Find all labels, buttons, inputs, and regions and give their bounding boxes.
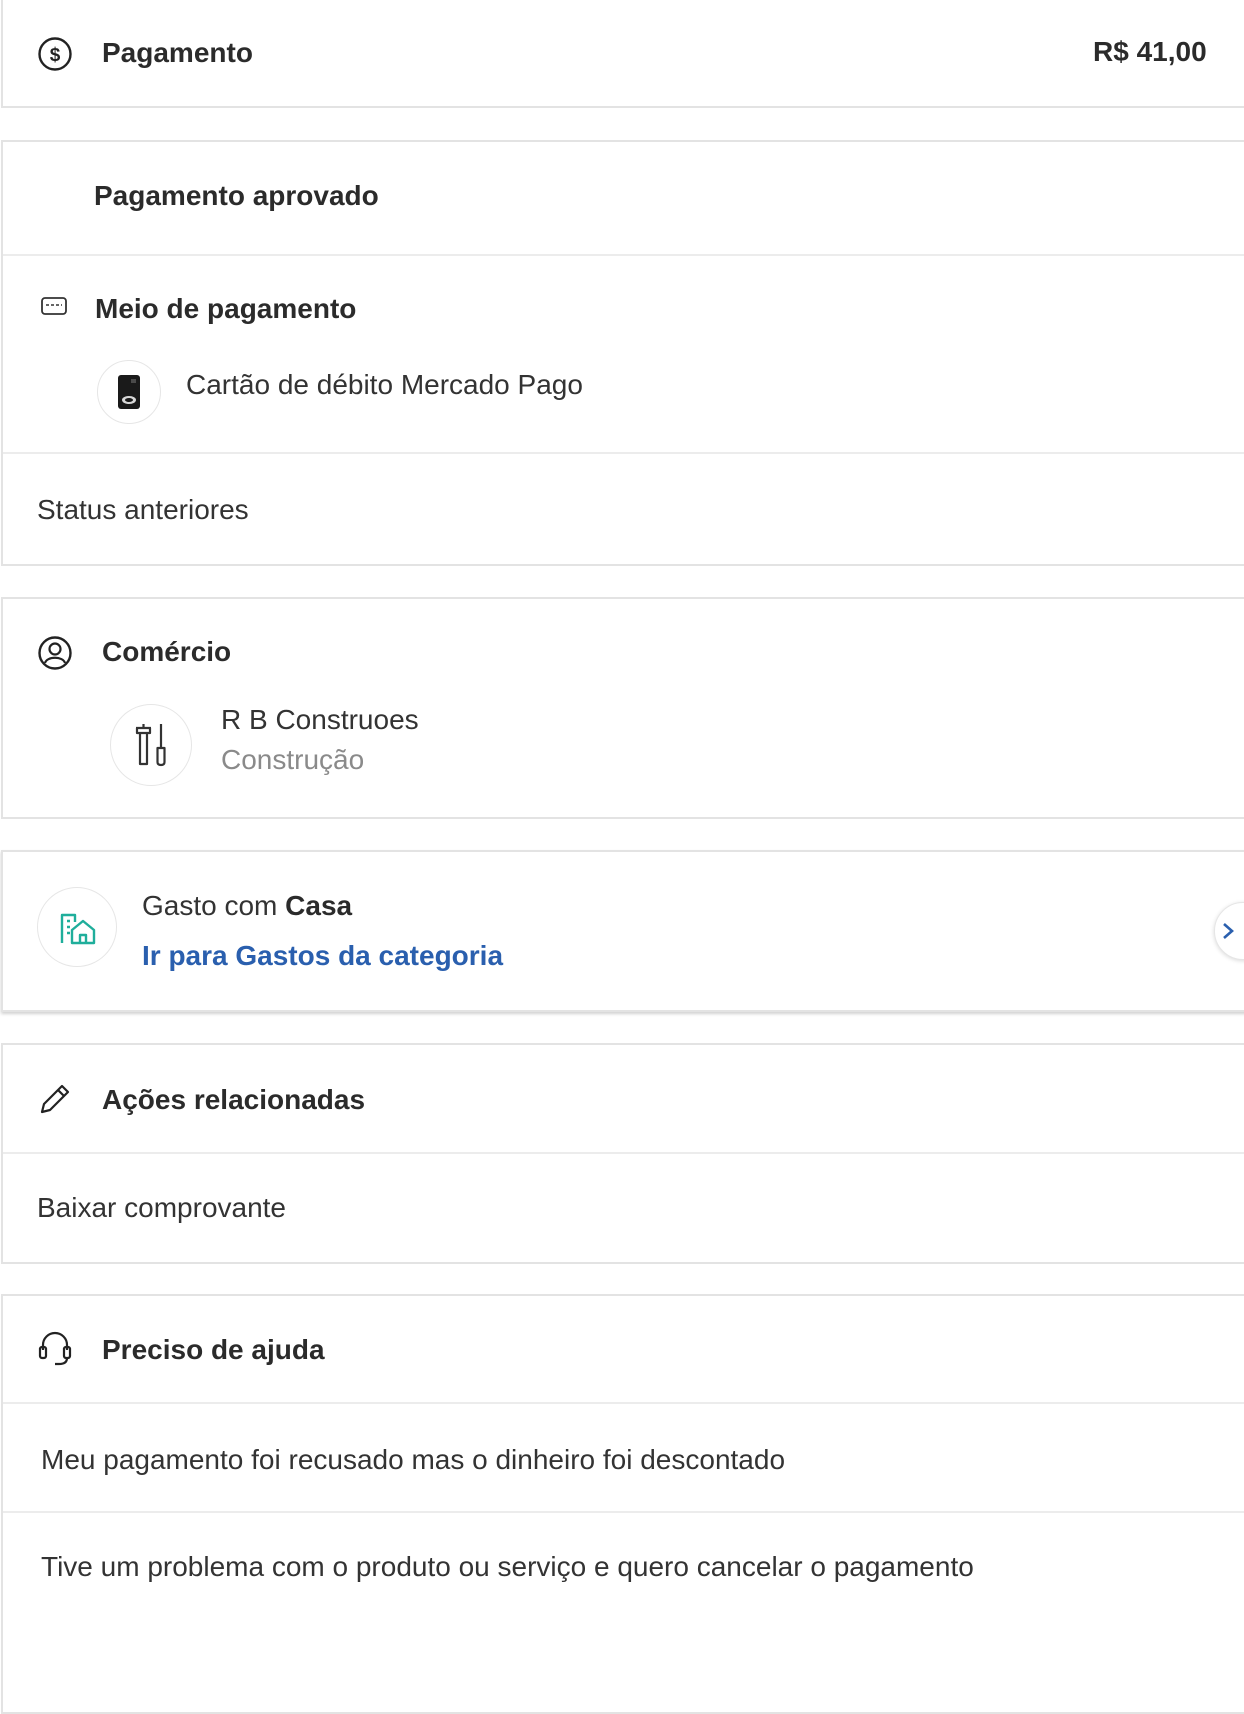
spending-category-card[interactable]: Gasto com Casa Ir para Gastos da categor… bbox=[1, 850, 1244, 1012]
payment-header-card: $ Pagamento R$ 41,00 bbox=[1, 0, 1244, 108]
headset-icon bbox=[37, 1330, 73, 1368]
chevron-right-icon bbox=[1223, 923, 1234, 939]
spending-category-name: Casa bbox=[285, 890, 353, 921]
dollar-circle-icon: $ bbox=[37, 36, 73, 72]
merchant-card: Comércio R B Construoes Construção bbox=[1, 597, 1244, 819]
debit-card-image-icon bbox=[118, 375, 140, 409]
payment-status: Pagamento aprovado bbox=[94, 180, 379, 211]
chevron-right-button[interactable] bbox=[1214, 902, 1244, 960]
divider bbox=[3, 1152, 1244, 1154]
user-circle-icon bbox=[37, 635, 73, 671]
merchant-avatar bbox=[110, 704, 192, 786]
merchant-section-title: Comércio bbox=[102, 636, 232, 667]
house-icon bbox=[60, 913, 96, 945]
help-card: Preciso de ajuda Meu pagamento foi recus… bbox=[1, 1294, 1244, 1714]
related-actions-card: Ações relacionadas Baixar comprovante bbox=[1, 1043, 1244, 1264]
download-receipt-link[interactable]: Baixar comprovante bbox=[37, 1192, 286, 1224]
payment-method-name: Cartão de débito Mercado Pago bbox=[186, 369, 583, 400]
merchant-category: Construção bbox=[221, 744, 365, 775]
house-category-avatar bbox=[37, 887, 117, 967]
credit-card-icon bbox=[41, 296, 67, 316]
divider bbox=[3, 452, 1244, 454]
related-actions-title: Ações relacionadas bbox=[102, 1084, 366, 1115]
divider bbox=[3, 1402, 1244, 1404]
pencil-icon bbox=[38, 1082, 72, 1116]
debit-card-avatar bbox=[97, 360, 161, 424]
merchant-name: R B Construoes bbox=[221, 704, 419, 735]
tools-icon bbox=[135, 724, 166, 767]
payment-method-title: Meio de pagamento bbox=[95, 293, 357, 324]
spending-prefix: Gasto com bbox=[142, 890, 286, 921]
page-title: Pagamento bbox=[102, 37, 253, 68]
help-title: Preciso de ajuda bbox=[102, 1334, 325, 1365]
help-item-refused-payment[interactable]: Meu pagamento foi recusado mas o dinheir… bbox=[41, 1444, 785, 1476]
svg-text:$: $ bbox=[50, 45, 61, 66]
spending-category-link[interactable]: Ir para Gastos da categoria bbox=[142, 940, 503, 972]
spending-text: Gasto com Casa bbox=[142, 890, 352, 922]
divider bbox=[3, 1511, 1244, 1513]
payment-amount: R$ 41,00 bbox=[1093, 36, 1207, 67]
divider bbox=[3, 254, 1244, 256]
previous-status-link[interactable]: Status anteriores bbox=[37, 494, 249, 526]
help-item-cancel-payment[interactable]: Tive um problema com o produto ou serviç… bbox=[41, 1551, 974, 1583]
payment-details-card: Pagamento aprovado Meio de pagamento Car… bbox=[1, 140, 1244, 566]
